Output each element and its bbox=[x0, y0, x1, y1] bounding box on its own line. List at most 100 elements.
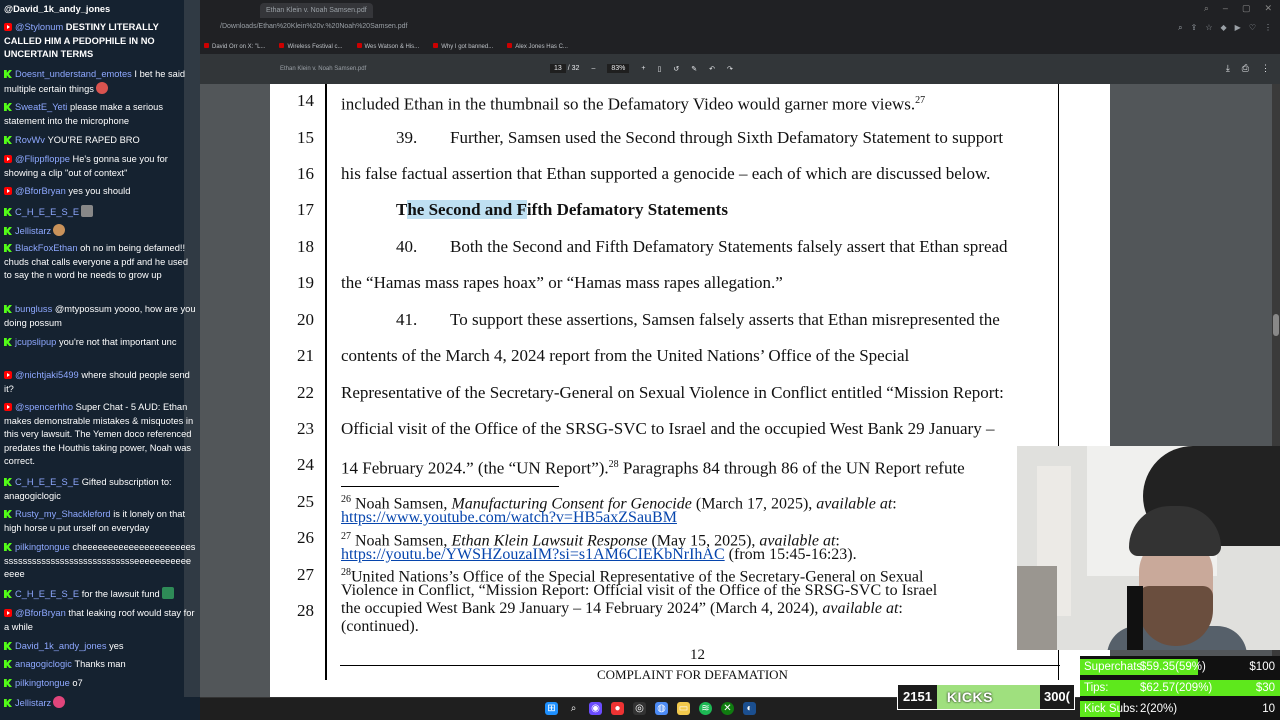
line-number: 17 bbox=[297, 200, 314, 219]
xbox-icon[interactable]: ✕ bbox=[721, 702, 734, 715]
chat-username[interactable]: C_H_E_E_S_E bbox=[15, 477, 79, 487]
chat-message: anagogiclogic Thanks man bbox=[4, 658, 196, 672]
chat-message: C_H_E_E_S_E bbox=[4, 205, 196, 220]
print-icon[interactable]: ⎙ bbox=[1242, 63, 1249, 74]
zoom-value[interactable]: 83% bbox=[607, 64, 630, 73]
download-icon[interactable]: ⤓ bbox=[1226, 63, 1230, 74]
text-selection[interactable]: he Second and F bbox=[407, 200, 527, 219]
youtube-icon bbox=[4, 371, 12, 379]
fit-page-icon[interactable]: ▯ bbox=[657, 65, 661, 73]
search-icon[interactable]: ⌕ bbox=[1204, 3, 1209, 14]
line-number: 19 bbox=[297, 273, 314, 292]
youtube-icon bbox=[4, 609, 12, 617]
chat-username[interactable]: pilkingtongue bbox=[15, 678, 70, 688]
line-number: 20 bbox=[297, 310, 314, 329]
spotify-icon[interactable]: ≋ bbox=[699, 702, 712, 715]
address-bar[interactable]: /Downloads/Ethan%20Klein%20v.%20Noah%20S… bbox=[200, 20, 1280, 38]
footnote-text: (March 17, 2025), bbox=[691, 495, 817, 513]
bookmark-item[interactable]: Why I got banned... bbox=[433, 43, 493, 50]
zoom-out-button[interactable]: – bbox=[591, 65, 595, 72]
pdf-actions: ⤓ ⎙ ⋮ bbox=[1226, 63, 1270, 74]
draw-icon[interactable]: ✎ bbox=[691, 65, 697, 73]
chat-username[interactable]: Doesnt_understand_emotes bbox=[15, 69, 132, 79]
page-number: 12 bbox=[690, 647, 705, 663]
redo-icon[interactable]: ↷ bbox=[727, 65, 733, 73]
obs-icon[interactable]: ◎ bbox=[633, 702, 646, 715]
stat-label: Tips: bbox=[1084, 682, 1109, 694]
url-text[interactable]: /Downloads/Ethan%20Klein%20v.%20Noah%20S… bbox=[220, 23, 407, 30]
chat-username[interactable]: @David_1k_andy_jones bbox=[4, 4, 110, 14]
minimize-icon[interactable]: – bbox=[1223, 3, 1228, 14]
chat-message: pilkingtongue o7 bbox=[4, 677, 196, 691]
chat-username[interactable]: SweatE_Yeti bbox=[15, 102, 67, 112]
stat-value: 2(20%) bbox=[1140, 703, 1178, 715]
chat-username[interactable]: @BforBryan bbox=[15, 186, 66, 196]
app-icon[interactable]: ◉ bbox=[589, 702, 602, 715]
play-icon[interactable]: ▶ bbox=[1235, 23, 1241, 33]
chat-username[interactable]: @BforBryan bbox=[15, 608, 66, 618]
footnote-text: : bbox=[892, 495, 897, 513]
chat-username[interactable]: @spencerhho bbox=[15, 402, 73, 412]
chat-username[interactable]: jcupslipup bbox=[15, 337, 56, 347]
kick-icon bbox=[4, 642, 12, 650]
chat-message: @Flippfloppe He's gonna sue you for show… bbox=[4, 153, 196, 180]
emote-icon bbox=[53, 696, 66, 708]
windows-start-icon[interactable]: ⊞ bbox=[545, 702, 558, 715]
chat-text: yes you should bbox=[68, 186, 131, 196]
chat-message: jcupslipup you're not that important unc bbox=[4, 336, 196, 350]
chat-message: Jellistarz bbox=[4, 696, 196, 711]
bookmark-item[interactable]: Alex Jones Has C... bbox=[507, 43, 568, 50]
footnote-link[interactable]: https://www.youtube.com/watch?v=HB5axZSa… bbox=[341, 509, 677, 526]
app-icon[interactable]: ● bbox=[611, 702, 624, 715]
file-explorer-icon[interactable]: ▭ bbox=[677, 702, 690, 715]
chat-username[interactable]: Jellistarz bbox=[15, 698, 51, 708]
chat-username[interactable]: C_H_E_E_S_E bbox=[15, 207, 79, 217]
chat-text: yes bbox=[109, 641, 124, 651]
chrome-icon[interactable]: ◍ bbox=[655, 702, 668, 715]
chat-message: C_H_E_E_S_E Gifted subscription to: anag… bbox=[4, 476, 196, 503]
document-line: contents of the March 4, 2024 report fro… bbox=[341, 346, 910, 365]
page-input[interactable]: 13 bbox=[550, 64, 566, 73]
extension-icon[interactable]: ◆ bbox=[1221, 23, 1227, 33]
steam-icon[interactable]: ◐ bbox=[743, 702, 756, 715]
chat-username[interactable]: RovWv bbox=[15, 135, 45, 145]
chat-username[interactable]: @nichtjaki5499 bbox=[15, 370, 79, 380]
chat-username[interactable]: anagogiclogic bbox=[15, 659, 72, 669]
browser-tab[interactable]: Ethan Klein v. Noah Samsen.pdf bbox=[260, 3, 373, 18]
chat-username[interactable]: @Flippfloppe bbox=[15, 154, 70, 164]
close-icon[interactable]: ✕ bbox=[1264, 3, 1272, 14]
chat-username[interactable]: bungluss bbox=[15, 304, 52, 314]
heart-icon[interactable]: ♡ bbox=[1249, 23, 1256, 33]
footnote-link[interactable]: https://youtu.be/YWSHZouzaIM?si=s1AM6CIE… bbox=[341, 546, 725, 563]
chat-username[interactable]: David_1k_andy_jones bbox=[15, 641, 107, 651]
search-icon[interactable]: ⌕ bbox=[567, 702, 580, 715]
chat-username[interactable]: C_H_E_E_S_E bbox=[15, 589, 79, 599]
menu-icon[interactable]: ⋮ bbox=[1264, 23, 1272, 33]
chat-username[interactable]: Jellistarz bbox=[15, 226, 51, 236]
zoom-icon[interactable]: ⌕ bbox=[1178, 23, 1182, 33]
star-icon[interactable]: ☆ bbox=[1205, 23, 1212, 33]
maximize-icon[interactable]: ▢ bbox=[1242, 3, 1251, 14]
zoom-in-button[interactable]: + bbox=[641, 65, 645, 72]
bookmark-item[interactable]: Wes Watson & His... bbox=[357, 43, 420, 50]
more-icon[interactable]: ⋮ bbox=[1261, 63, 1270, 74]
stat-goal: $30 bbox=[1255, 682, 1275, 694]
rotate-icon[interactable]: ↺ bbox=[673, 65, 679, 73]
document-line: included Ethan in the thumbnail so the D… bbox=[341, 91, 925, 115]
paragraph-number: 39. bbox=[396, 128, 418, 147]
footnote-line: Violence in Conflict, “Mission Report: O… bbox=[341, 582, 938, 599]
bookmark-item[interactable]: David Orr on X: "L... bbox=[204, 43, 265, 50]
share-icon[interactable]: ⇪ bbox=[1191, 23, 1198, 33]
kick-icon bbox=[4, 510, 12, 518]
chat-message: C_H_E_E_S_E for the lawsuit fund bbox=[4, 587, 196, 602]
chat-username[interactable]: BlackFoxEthan bbox=[15, 243, 78, 253]
page-indicator: 13 / 32 bbox=[550, 64, 579, 73]
line-text: Paragraphs 84 through 86 of the UN Repor… bbox=[618, 458, 965, 478]
line-number: 16 bbox=[297, 164, 314, 183]
undo-icon[interactable]: ↶ bbox=[709, 65, 715, 73]
chat-username[interactable]: @Stylonum bbox=[15, 22, 63, 32]
chat-username[interactable]: Rusty_my_Shackleford bbox=[15, 509, 111, 519]
bookmark-item[interactable]: Wireless Festival c... bbox=[279, 43, 342, 50]
chat-username[interactable]: pilkingtongue bbox=[15, 542, 70, 552]
scrollbar-thumb[interactable] bbox=[1273, 314, 1279, 336]
